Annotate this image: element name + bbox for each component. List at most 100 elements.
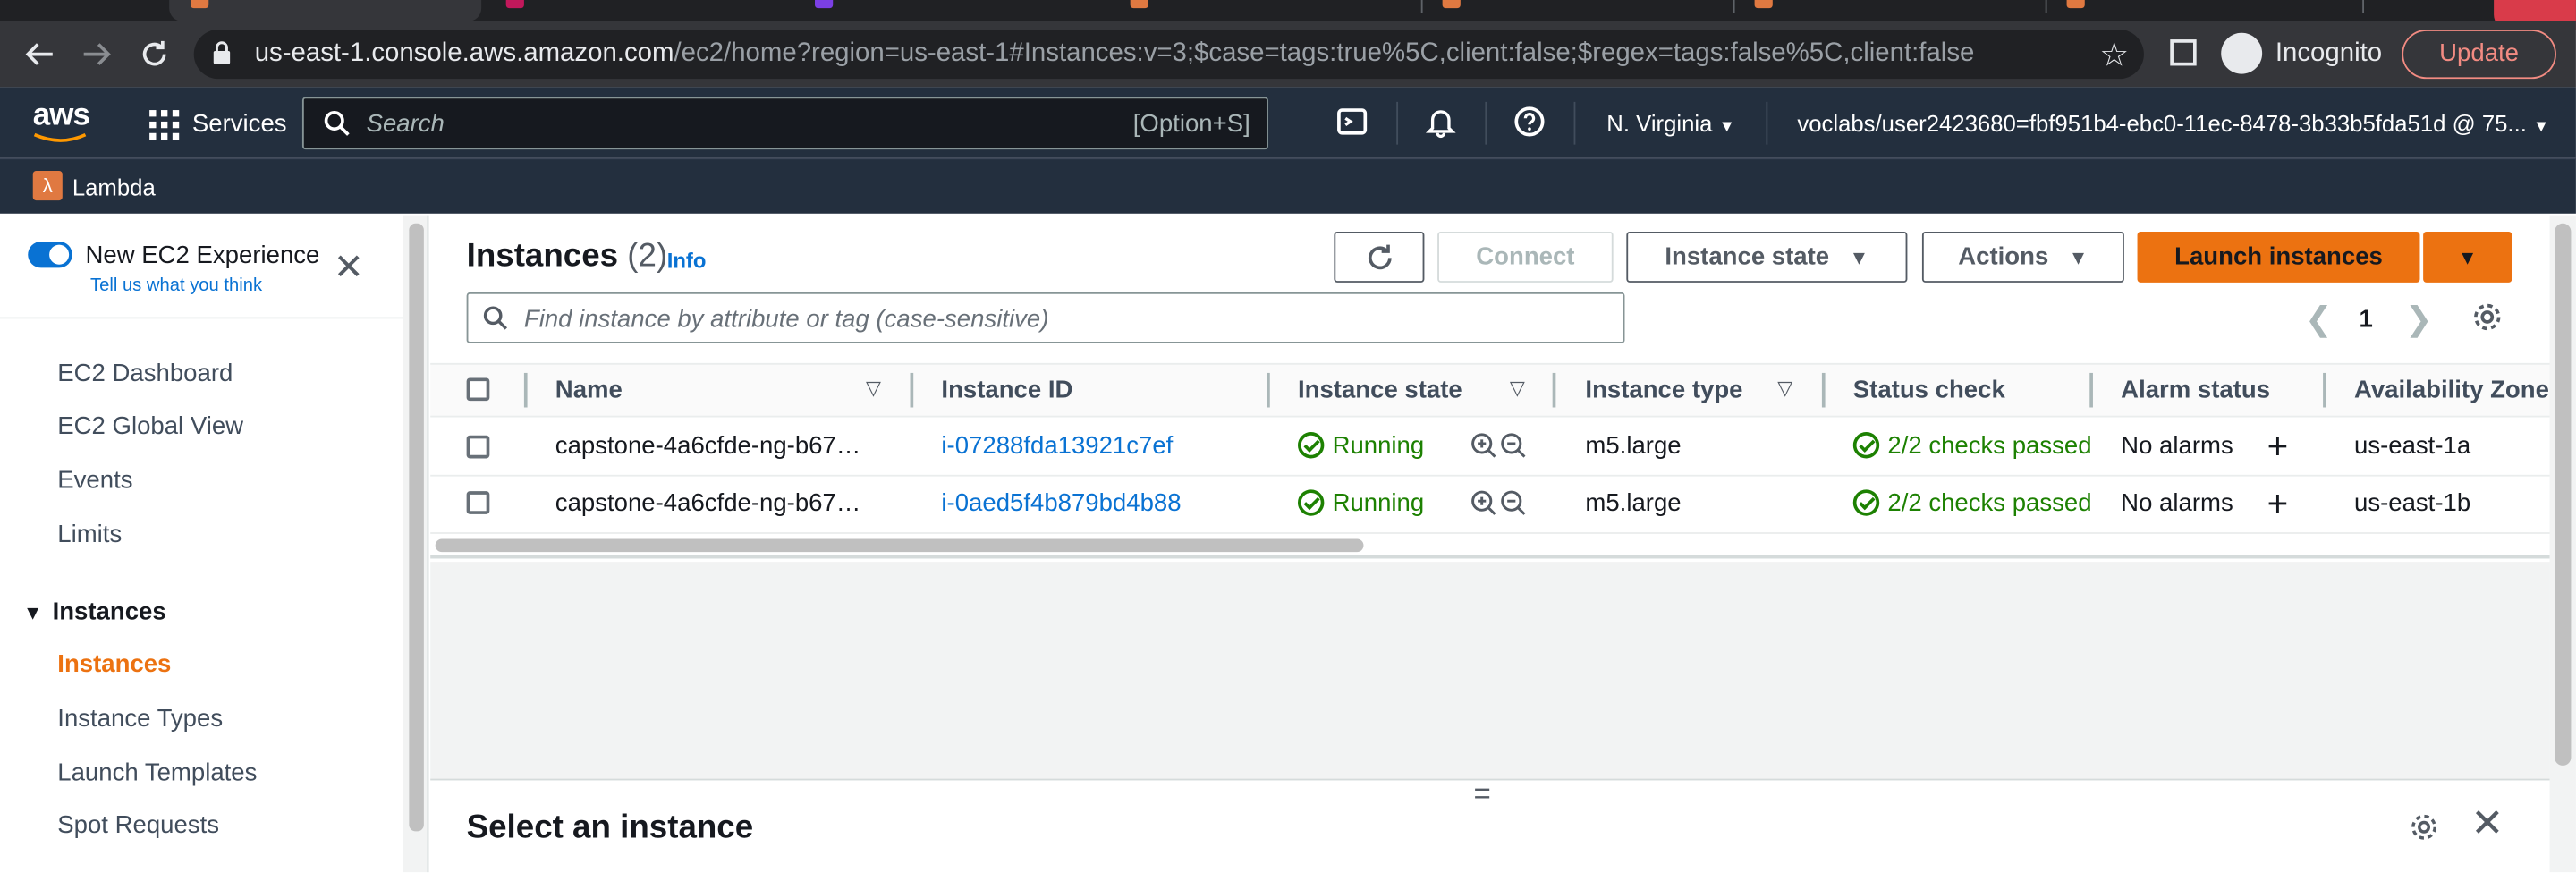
aws-search-input[interactable]: Search [Option+S] [301,97,1268,150]
launch-dropdown-button[interactable]: ▼ [2423,231,2512,283]
search-shortcut: [Option+S] [1132,110,1250,139]
column-separator[interactable] [1821,372,1826,408]
status-check: 2/2 checks passed [1852,489,2092,518]
row-checkbox[interactable] [466,435,490,459]
launch-instances-button[interactable]: Launch instances [2137,231,2420,283]
availability-zone: us-east-1a [2353,432,2471,461]
column-separator[interactable] [910,372,914,408]
bookmark-star-icon[interactable]: ☆ [2099,35,2129,76]
services-menu[interactable]: Services [192,110,287,138]
instance-id-link[interactable]: i-07288fda13921c7ef [941,432,1173,460]
add-alarm-icon[interactable]: + [2267,486,2289,522]
sidebar-item-limits[interactable]: Limits [57,521,122,548]
address-bar[interactable]: us-east-1.console.aws.amazon.com/ec2/hom… [193,30,2144,80]
check-circle-icon [1297,489,1325,516]
column-separator[interactable] [2323,372,2326,408]
aws-logo-text: aws [32,98,90,133]
check-circle-icon [1297,432,1325,459]
chevron-left-icon[interactable]: ❮ [2305,299,2333,340]
select-all-checkbox[interactable] [466,377,490,402]
account-label: voclabs/user2423680=fbf951b4-ebc0-11ec-8… [1797,110,2527,137]
column-separator[interactable] [2089,372,2093,408]
chevron-right-icon[interactable]: ❯ [2405,299,2433,340]
actions-label: Actions [1958,242,2049,272]
column-header-status-check[interactable]: Status check [1853,377,2005,404]
table-scrollbar-thumb[interactable] [435,538,1364,553]
instance-state-label: Instance state [1665,242,1830,272]
column-header-alarm-status[interactable]: Alarm status [2121,377,2270,404]
tab-separator [2045,0,2047,13]
instance-id-link[interactable]: i-0aed5f4b879bd4b88 [941,489,1181,517]
incognito-label: Incognito [2275,39,2383,68]
sidebar-item-instances[interactable]: Instances [57,650,171,678]
instance-filter-input[interactable]: Find instance by attribute or tag (case-… [466,292,1625,343]
refresh-button[interactable] [1334,231,1425,283]
help-icon[interactable] [1512,106,1547,141]
cloudshell-icon[interactable] [1334,106,1369,141]
update-button[interactable]: Update [2402,30,2556,80]
title-text: Instances [466,238,619,275]
account-menu[interactable]: voclabs/user2423680=fbf951b4-ebc0-11ec-8… [1797,110,2549,136]
lambda-icon: λ [32,171,63,201]
instance-state-text: Running [1332,432,1425,461]
row-checkbox[interactable] [466,491,490,514]
services-grid-icon[interactable] [149,110,180,140]
nav-divider [1396,101,1399,145]
sidebar-item-launch-templates[interactable]: Launch Templates [57,759,257,787]
gear-icon[interactable] [2409,811,2440,843]
column-separator[interactable] [1552,372,1556,408]
close-icon[interactable]: ✕ [2470,804,2504,844]
sidebar-item-ec2-dashboard[interactable]: EC2 Dashboard [57,360,233,387]
column-header-instance-state[interactable]: Instance state [1298,377,1462,404]
aws-logo[interactable]: aws [32,98,90,142]
instance-type: m5.large [1585,489,1682,518]
column-header-instance-id[interactable]: Instance ID [941,377,1072,404]
sidebar-item-ec2-global-view[interactable]: EC2 Global View [57,412,243,440]
nav-divider [1573,101,1576,145]
column-header-availability-zone[interactable]: Availability Zone [2354,377,2549,404]
sidebar-section-instances[interactable]: ▼ Instances [23,598,166,626]
actions-button[interactable]: Actions ▼ [1921,231,2124,283]
sidebar-item-cut-off[interactable] [57,860,205,872]
refresh-icon [1368,244,1391,270]
add-alarm-icon[interactable]: + [2267,428,2289,464]
info-link[interactable]: Info [667,248,707,273]
region-label: N. Virginia [1606,110,1713,137]
side-panel-icon[interactable] [2170,39,2197,66]
close-icon[interactable]: ✕ [334,249,364,285]
lock-icon [213,41,231,64]
column-separator[interactable] [523,372,528,408]
instance-state-button[interactable]: Instance state ▼ [1626,231,1908,283]
page-number[interactable]: 1 [2360,306,2373,334]
forward-arrow-icon[interactable] [77,35,116,74]
reload-icon[interactable] [135,35,174,74]
sidebar-scrollbar-thumb[interactable] [409,223,424,832]
sort-caret-icon[interactable]: ▽ [1777,377,1792,400]
search-icon [324,110,350,136]
feedback-link[interactable]: Tell us what you think [90,276,262,296]
empty-area [430,562,2550,779]
column-header-name[interactable]: Name [555,377,623,404]
zoom-in-out-icon[interactable] [1470,432,1530,467]
tab-separator [1420,0,1423,13]
resize-handle-icon[interactable]: = [1474,779,1491,809]
favorite-lambda[interactable]: Lambda [72,174,156,200]
column-header-instance-type[interactable]: Instance type [1585,377,1742,404]
main-scrollbar-thumb[interactable] [2555,223,2572,766]
sidebar-divider [0,317,402,319]
region-selector[interactable]: N. Virginia ▼ [1606,110,1734,136]
sort-caret-icon[interactable]: ▽ [1510,377,1525,400]
instance-state: Running [1297,489,1424,518]
notifications-bell-icon[interactable] [1423,106,1459,141]
back-arrow-icon[interactable] [20,35,59,74]
sidebar-item-events[interactable]: Events [57,467,132,495]
active-browser-tab[interactable] [169,0,482,21]
gear-icon[interactable] [2470,301,2504,334]
zoom-in-out-icon[interactable] [1470,489,1530,524]
connect-button[interactable]: Connect [1437,231,1614,283]
status-check-text: 2/2 checks passed [1887,489,2092,518]
sidebar-item-spot-requests[interactable]: Spot Requests [57,811,219,839]
column-separator[interactable] [1267,372,1270,408]
sort-caret-icon[interactable]: ▽ [866,377,881,400]
sidebar-item-instance-types[interactable]: Instance Types [57,705,223,733]
